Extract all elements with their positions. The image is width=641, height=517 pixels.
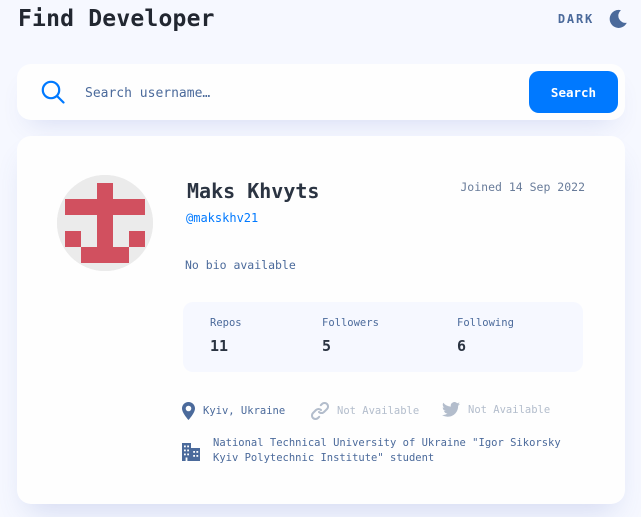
user-name: Maks Khvyts [187,179,320,203]
search-icon [41,80,65,104]
stat-followers-value: 5 [322,337,332,355]
location-row: Kyiv, Ukraine [182,402,285,420]
twitter-row: Not Available [442,402,550,417]
blog-text: Not Available [337,405,420,417]
location-pin-icon [182,402,195,420]
app-title: Find Developer [18,6,215,32]
user-login-link[interactable]: @makskhv21 [186,211,258,225]
search-input[interactable] [83,78,517,108]
topbar: Find Developer DARK [18,6,628,36]
stat-repos-label: Repos [210,317,242,329]
search-bar: Search [17,64,625,120]
moon-icon [609,9,627,28]
search-button[interactable]: Search [529,71,618,113]
stat-followers: Followers 5 [322,317,379,355]
stat-following-label: Following [457,317,514,329]
stats-box: Repos 11 Followers 5 Following 6 [183,302,583,372]
stat-following-value: 6 [457,337,467,355]
avatar-identicon [57,175,153,271]
profile-card: Maks Khvyts @makskhv21 Joined 14 Sep 202… [17,136,625,504]
theme-label: DARK [557,12,594,26]
location-text: Kyiv, Ukraine [203,405,286,417]
stat-repos: Repos 11 [210,317,242,355]
join-date: Joined 14 Sep 2022 [460,180,585,194]
company-text: National Technical University of Ukraine… [213,437,561,464]
stat-followers-label: Followers [322,317,379,329]
blog-row: Not Available [311,402,419,420]
twitter-text: Not Available [468,403,551,416]
building-icon [182,443,200,461]
avatar [57,175,153,271]
stat-following: Following 6 [457,317,514,355]
stat-repos-value: 11 [210,337,229,355]
link-icon [311,402,329,420]
user-bio: No bio available [185,258,296,272]
twitter-icon [442,402,460,417]
theme-toggle[interactable]: DARK [558,9,628,29]
